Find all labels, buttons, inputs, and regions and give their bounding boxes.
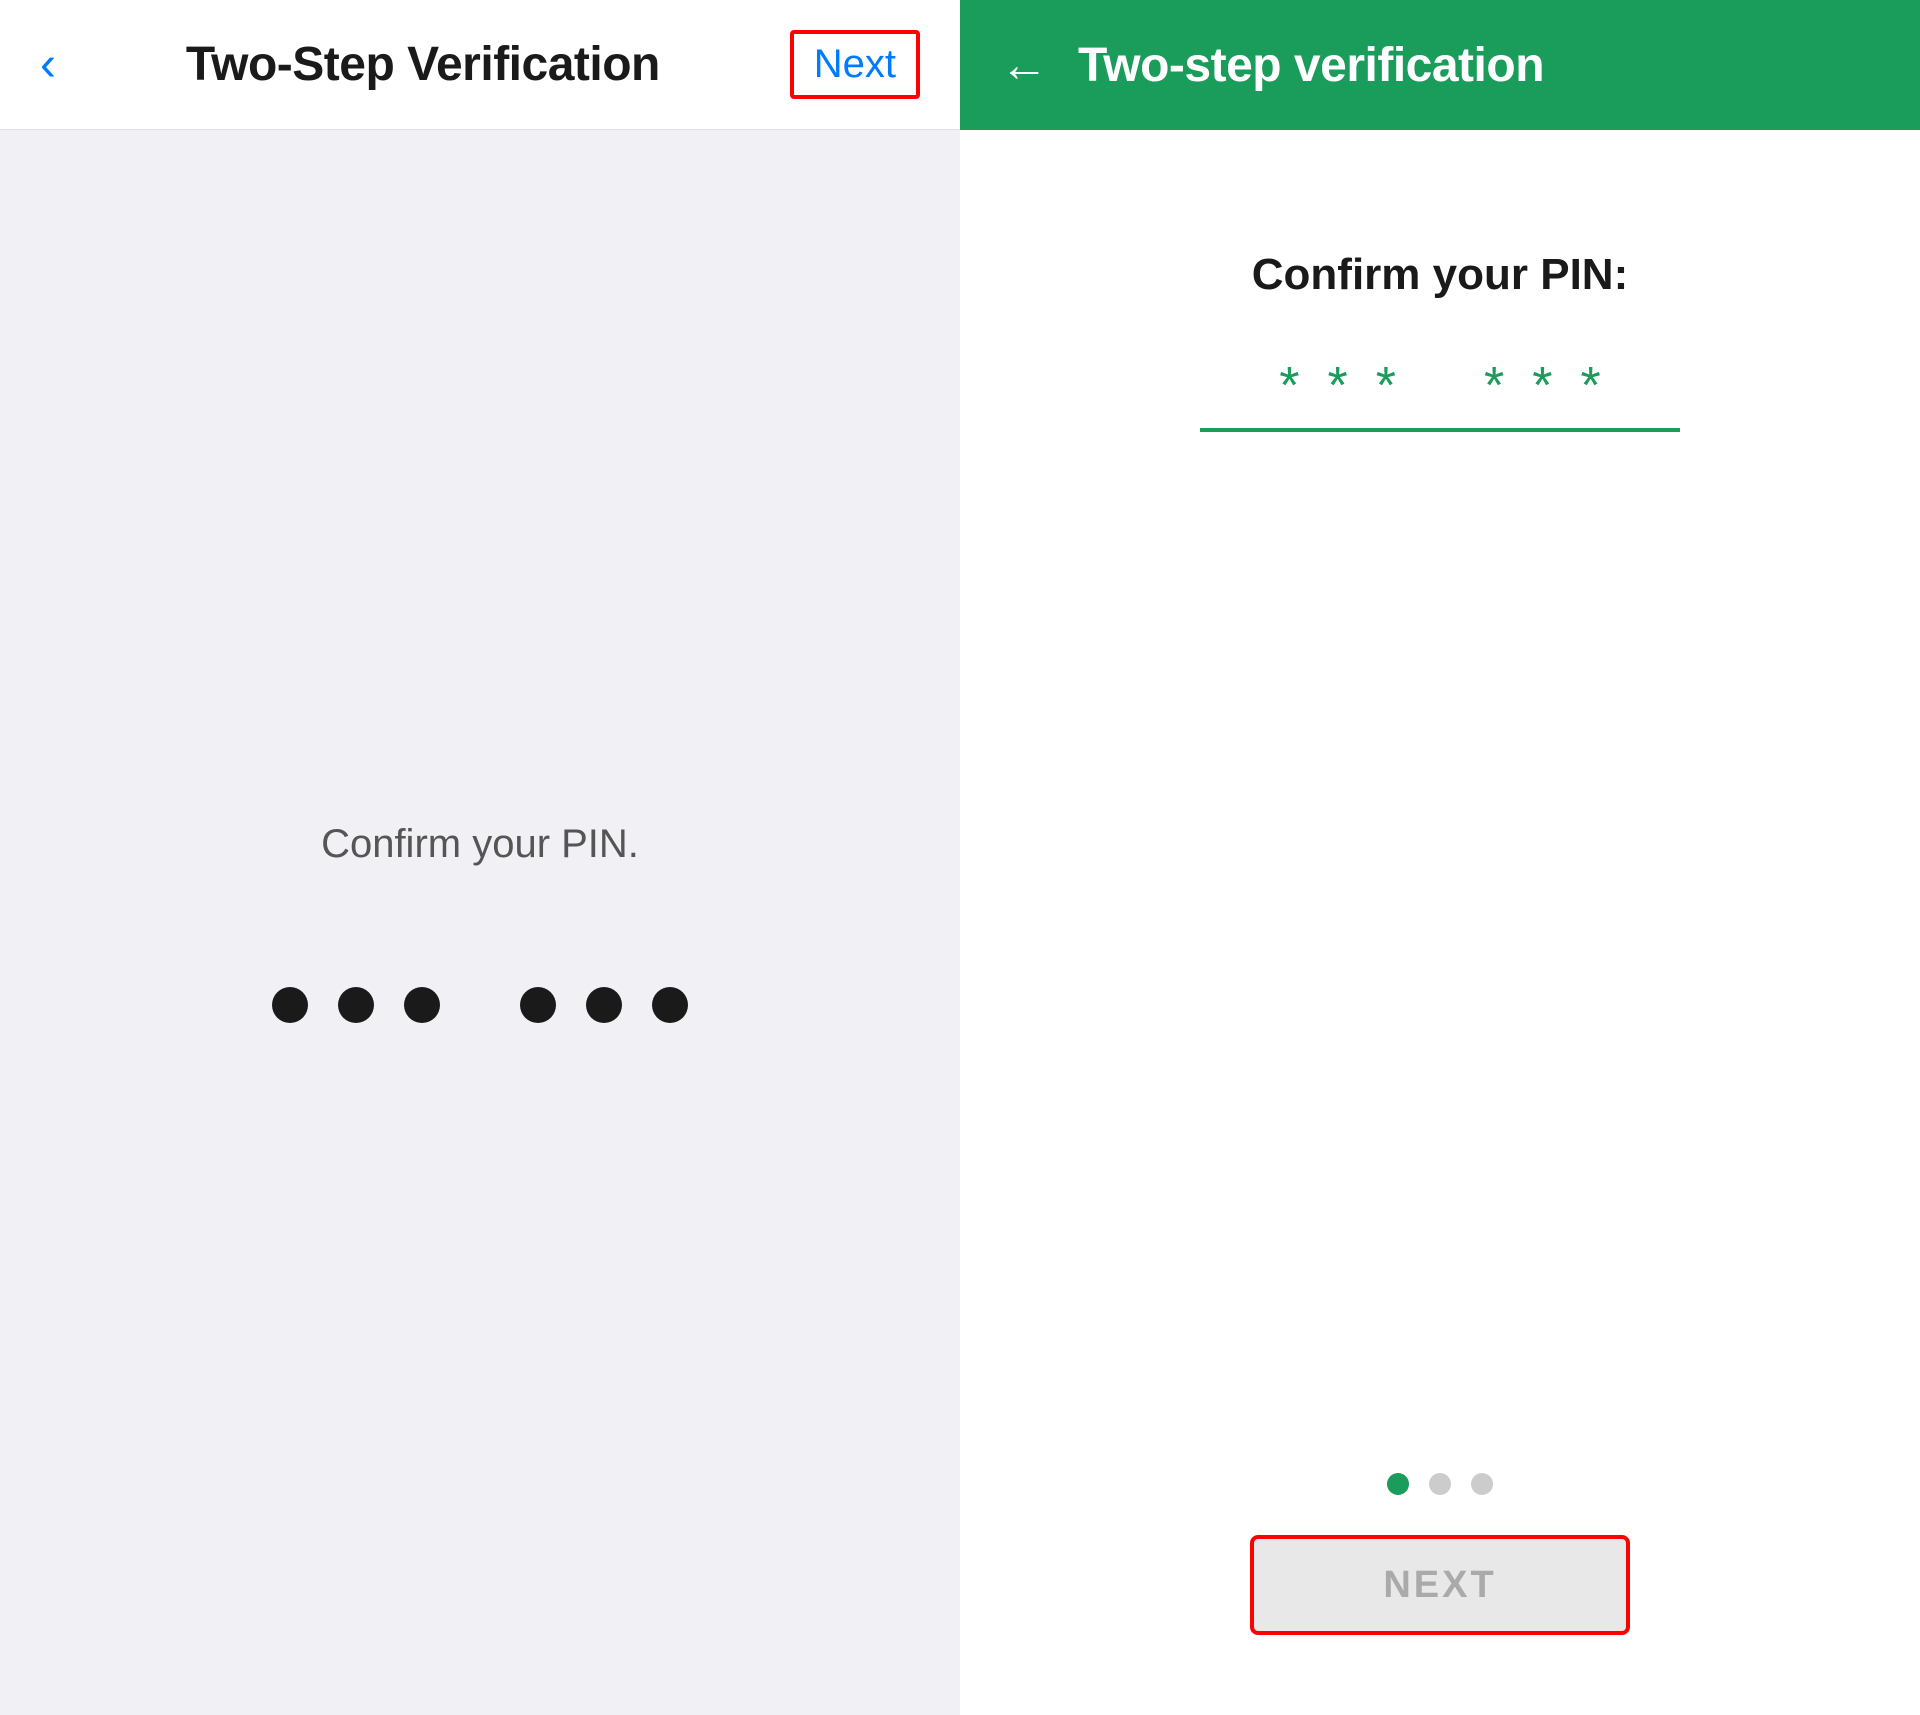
pin-star-6: *	[1581, 360, 1601, 412]
pin-underline	[1200, 428, 1680, 432]
pin-dot-5	[586, 987, 622, 1023]
pin-star-5: *	[1532, 360, 1552, 412]
pin-dot-1	[272, 987, 308, 1023]
pin-dot-3	[404, 987, 440, 1023]
right-body: Confirm your PIN: * * * * * * NEXT	[960, 130, 1920, 1715]
right-panel: ← Two-step verification Confirm your PIN…	[960, 0, 1920, 1715]
right-next-button[interactable]: NEXT	[1250, 1535, 1630, 1635]
page-dot-2	[1429, 1473, 1451, 1495]
pin-star-4: *	[1484, 360, 1504, 412]
left-panel: ‹ Two-Step Verification Next Confirm you…	[0, 0, 960, 1715]
pin-star-2: *	[1328, 360, 1348, 412]
right-confirm-text: Confirm your PIN:	[1252, 250, 1628, 300]
pin-dot-2	[338, 987, 374, 1023]
left-pin-dots	[272, 987, 688, 1023]
pin-star-3: *	[1376, 360, 1396, 412]
left-body: Confirm your PIN.	[0, 130, 960, 1715]
left-header: ‹ Two-Step Verification Next	[0, 0, 960, 130]
left-back-button[interactable]: ‹	[40, 41, 56, 89]
left-confirm-text: Confirm your PIN.	[321, 822, 639, 867]
pin-star-1: *	[1279, 360, 1299, 412]
page-dot-1	[1387, 1473, 1409, 1495]
page-dot-3	[1471, 1473, 1493, 1495]
pin-dot-6	[652, 987, 688, 1023]
pin-dot-4	[520, 987, 556, 1023]
right-back-button[interactable]: ←	[1000, 38, 1048, 93]
left-title: Two-Step Verification	[186, 37, 660, 92]
right-title: Two-step verification	[1078, 38, 1544, 93]
right-pin-display: * * * * * *	[1279, 360, 1601, 412]
right-header: ← Two-step verification	[960, 0, 1920, 130]
pagination-dots	[1387, 1473, 1493, 1495]
left-next-button[interactable]: Next	[790, 30, 920, 99]
